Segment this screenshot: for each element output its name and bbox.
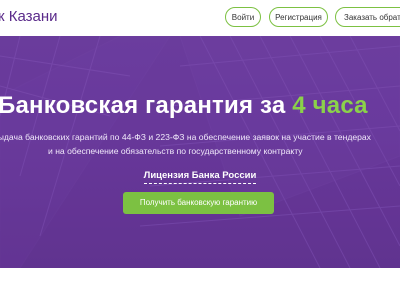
license-link-label[interactable]: Лицензия Банка России — [143, 170, 257, 184]
site-header: к Казани Войти Регистрация Заказать обра… — [0, 0, 400, 34]
hero-banner: Банковская гарантия за 4 часа Выдача бан… — [0, 36, 400, 268]
hero-title-main: Банковская гарантия за — [0, 92, 293, 119]
register-button[interactable]: Регистрация — [269, 7, 328, 27]
hero-subtitle-line-1: Выдача банковских гарантий по 44-ФЗ и 22… — [0, 132, 371, 142]
hero-title: Банковская гарантия за 4 часа — [0, 92, 400, 120]
site-logo-text[interactable]: к Казани — [0, 8, 58, 25]
hero-title-accent: 4 часа — [292, 92, 368, 119]
get-guarantee-button[interactable]: Получить банковскую гарантию — [123, 192, 274, 214]
callback-request-button[interactable]: Заказать обратный звонок — [335, 7, 400, 27]
license-link[interactable]: Лицензия Банка России — [0, 170, 400, 184]
hero-subtitle-line-2: и на обеспечение обязательств по государ… — [48, 146, 303, 156]
login-button[interactable]: Войти — [225, 7, 261, 27]
